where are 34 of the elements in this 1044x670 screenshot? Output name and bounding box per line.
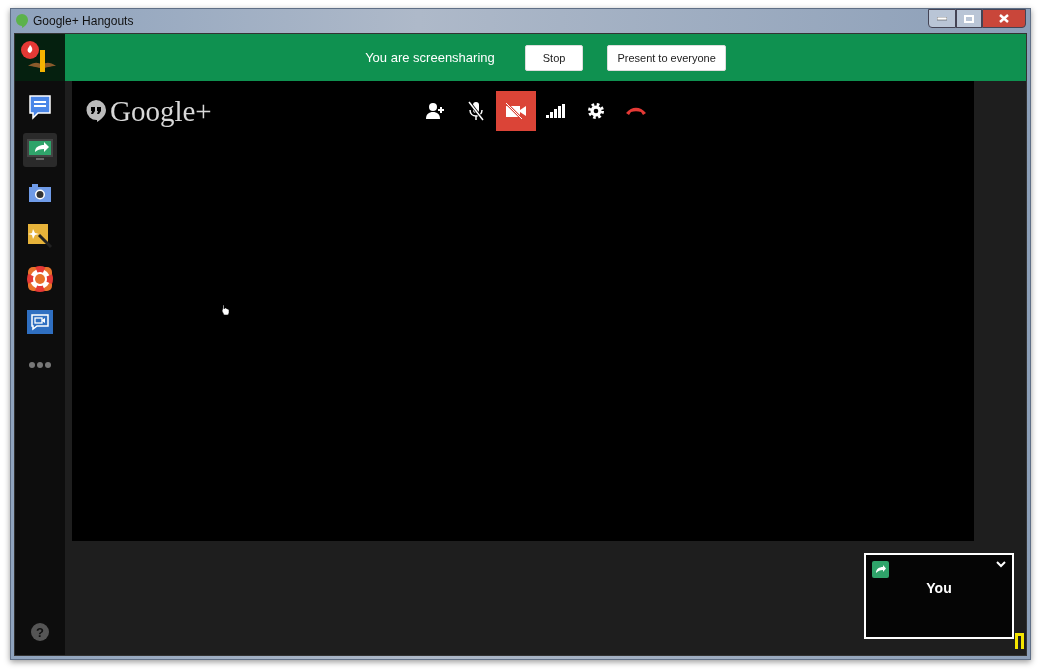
hang-up-icon [625,106,647,116]
close-button[interactable] [982,9,1026,28]
muted-microphone-icon [467,101,485,121]
more-icon[interactable] [29,362,51,368]
magic-wand-icon [27,223,53,249]
chat-icon [28,94,52,120]
minimize-icon [937,16,947,21]
google-plus-logo: Google+ [110,94,212,128]
sidebar-app[interactable] [23,133,57,167]
video-chat-icon [26,309,54,335]
close-icon [999,14,1009,23]
hangouts-logo-icon [86,100,106,122]
hangouts-icon [16,14,28,28]
add-person-icon [426,102,446,120]
lifebuoy-icon [27,266,53,292]
self-view-tile[interactable]: You [864,553,1014,639]
maximize-button[interactable] [956,9,982,28]
resize-handle[interactable] [1015,633,1024,649]
minimize-button[interactable] [928,9,956,28]
participant-name: You [926,580,952,596]
share-screen-icon [26,138,54,162]
maximize-icon [964,14,974,23]
chevron-down-icon[interactable] [996,561,1006,568]
camera-icon [28,183,52,203]
settings-icon [587,102,605,120]
present-button[interactable]: Present to everyone [607,44,726,71]
share-screen-icon [872,561,889,578]
stop-button[interactable]: Stop [524,44,584,71]
camera-button[interactable] [496,91,536,131]
window-title: Google+ Hangouts [33,14,134,28]
cursor-icon [222,304,230,315]
signal-icon [546,104,566,118]
camera-off-icon [505,103,527,119]
screensharing-message: You are screensharing [365,50,495,65]
